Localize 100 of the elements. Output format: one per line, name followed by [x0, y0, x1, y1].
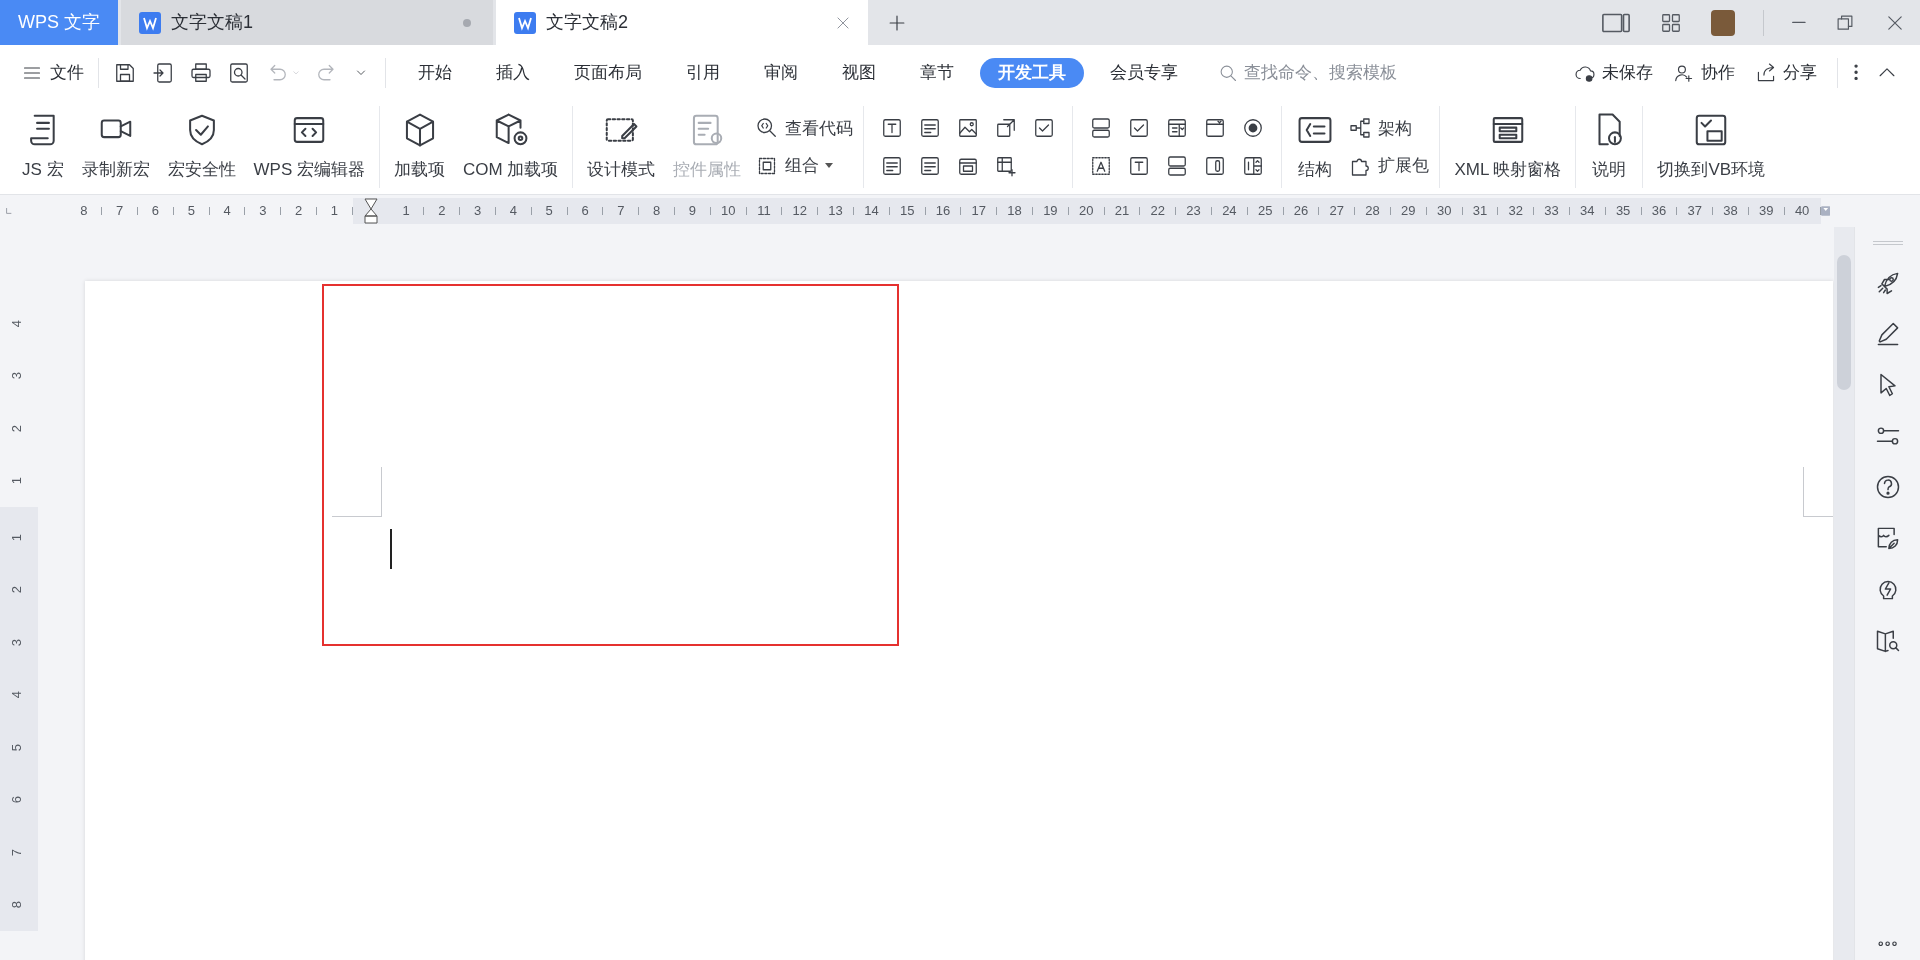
ribbon-button[interactable]: 说明 [1586, 111, 1633, 183]
ruler-number: 31 [1472, 202, 1488, 221]
margin-corner-mark [1803, 467, 1833, 517]
ruler-number: 13 [828, 202, 843, 221]
ruler-number: 3 [259, 202, 267, 221]
document-tab[interactable]: 文字文稿2 [496, 0, 868, 45]
ruler-number: 18 [1007, 202, 1022, 221]
ruler-number: 34 [1580, 202, 1595, 221]
more-icon [1877, 940, 1898, 946]
ruler-number: 1 [8, 533, 26, 541]
ribbon-tab[interactable]: 引用 [668, 57, 738, 88]
ruler-number: 1 [330, 202, 339, 221]
toolbar-action[interactable]: 未保存 [1573, 59, 1653, 86]
ribbon-tab[interactable]: 会员专享 [1092, 57, 1196, 88]
margin-corner-mark [332, 467, 382, 517]
caret-icon [825, 163, 834, 169]
hierarchy-icon [1348, 116, 1373, 141]
ruler-number: 10 [720, 202, 736, 221]
ruler-number: 24 [1222, 202, 1237, 221]
ruler-number: 19 [1043, 202, 1058, 221]
ruler-number: 17 [971, 202, 986, 221]
ruler-number: 5 [187, 202, 195, 221]
ruler-number: 2 [438, 202, 446, 221]
ruler-number: 6 [581, 202, 589, 221]
ribbon-button[interactable]: 加载项 [390, 111, 449, 183]
ribbon-button[interactable]: COM 加载项 [459, 111, 563, 183]
ruler-number: 36 [1651, 202, 1667, 221]
ruler-number: 6 [151, 202, 160, 221]
ruler-number: 2 [8, 424, 26, 432]
ribbon-tab[interactable]: 插入 [478, 57, 548, 88]
ribbon-button[interactable]: 架构 [1348, 115, 1430, 141]
ruler-number: 7 [8, 848, 26, 856]
ruler-number: 2 [8, 586, 26, 594]
ruler-number: 20 [1078, 202, 1094, 221]
document-tab[interactable]: 文字文稿1 [121, 0, 493, 45]
ruler-number: 28 [1365, 202, 1380, 221]
ruler-number: 5 [8, 743, 26, 751]
ruler-number: 23 [1186, 202, 1201, 221]
ruler-number: 4 [223, 202, 231, 221]
ruler-number: 25 [1257, 202, 1273, 221]
table-plus-icon[interactable] [994, 154, 1019, 178]
ribbon-tab[interactable]: 审阅 [746, 57, 816, 88]
ruler-number: 38 [1723, 202, 1738, 221]
ruler-number: 30 [1436, 202, 1452, 221]
vertical-scrollbar[interactable] [1834, 227, 1854, 960]
ribbon-tab[interactable]: 页面布局 [556, 57, 660, 88]
ruler-number: 11 [757, 202, 771, 221]
ruler-number: 3 [8, 638, 26, 646]
ruler-number: 6 [8, 796, 26, 804]
ribbon-button[interactable]: 录制新宏 [77, 111, 154, 183]
ruler-number: 12 [792, 202, 808, 221]
ribbon-button[interactable]: 查看代码 [755, 115, 854, 141]
ruler-number: 3 [8, 372, 26, 380]
file-menu[interactable]: 文件 [22, 59, 84, 86]
ruler-number: 37 [1687, 202, 1702, 221]
ribbon-button[interactable]: 扩展包 [1348, 153, 1430, 179]
search-field[interactable]: 查找命令、搜索模板 [1218, 59, 1478, 86]
ruler-number: 3 [474, 202, 482, 221]
ruler-number: 1 [8, 477, 26, 485]
ribbon-button[interactable]: 设计模式 [583, 111, 660, 183]
ruler-number: 14 [864, 202, 879, 221]
ruler-number: 9 [688, 202, 697, 221]
minimize-icon [1792, 21, 1806, 24]
ruler-number: 4 [509, 202, 518, 221]
export-icon [151, 60, 175, 85]
text-cursor [390, 529, 392, 569]
ribbon-tab[interactable]: 视图 [824, 57, 894, 88]
ruler-number: 29 [1401, 202, 1416, 221]
ruler-number: 22 [1150, 202, 1165, 221]
indent-marker[interactable] [363, 198, 378, 224]
ruler-number: 1 [402, 202, 410, 221]
toolbar-action[interactable]: 分享 [1754, 59, 1817, 86]
ruler-number: 40 [1794, 202, 1810, 221]
print-icon [189, 60, 213, 85]
ruler-number: 2 [295, 202, 303, 221]
ruler-number: 15 [899, 202, 915, 221]
tab-title: 文字文稿2 [546, 11, 629, 34]
preview-icon [227, 60, 251, 85]
ribbon-button[interactable]: JS 宏 [18, 111, 68, 183]
scrollbar-thumb[interactable] [1837, 255, 1851, 390]
ruler-number: 8 [8, 901, 26, 909]
tab-title: 文字文稿1 [171, 11, 254, 34]
ribbon-tab[interactable]: 章节 [902, 57, 972, 88]
ruler-number: 16 [935, 202, 951, 221]
ribbon-button[interactable]: 宏安全性 [163, 111, 240, 183]
ruler-number: 4 [8, 691, 26, 699]
toolbar-action[interactable]: 协作 [1672, 59, 1735, 86]
ribbon-button[interactable]: 组合 [755, 153, 854, 179]
ribbon-button[interactable]: 切换到VB环境 [1653, 111, 1770, 183]
ruler-number: 26 [1293, 202, 1309, 221]
avatar[interactable] [1711, 9, 1736, 36]
ruler-number: 39 [1759, 202, 1774, 221]
ribbon-tab[interactable]: 开始 [400, 57, 470, 88]
ruler-toggle-icon[interactable] [1820, 203, 1830, 219]
ribbon-button[interactable]: XML 映射窗格 [1450, 111, 1566, 183]
document-icon [514, 11, 536, 34]
ribbon-button[interactable]: 结构 [1292, 111, 1339, 183]
ribbon-button[interactable]: WPS 宏编辑器 [249, 111, 369, 183]
document-icon [139, 11, 161, 34]
ruler-number: 35 [1615, 202, 1631, 221]
